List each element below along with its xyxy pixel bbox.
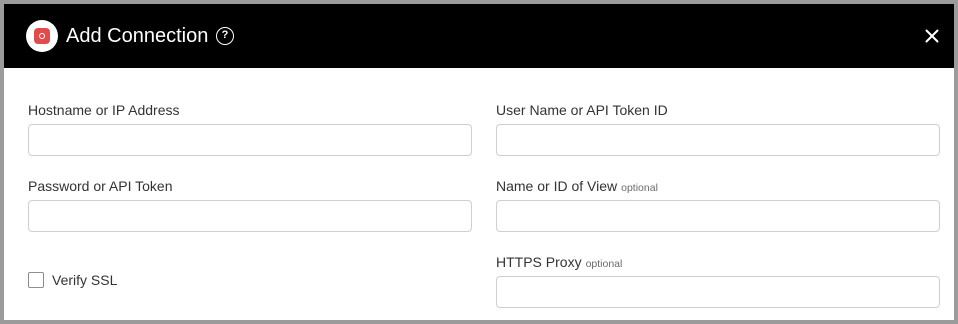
close-icon[interactable] — [920, 24, 944, 48]
view-input[interactable] — [496, 200, 940, 232]
password-input[interactable] — [28, 200, 472, 232]
verify-ssl-checkbox[interactable] — [28, 272, 44, 288]
hostname-input[interactable] — [28, 124, 472, 156]
hostname-label: Hostname or IP Address — [28, 102, 180, 118]
proxy-optional-tag: optional — [585, 258, 623, 270]
dialog-header: Add Connection ? — [4, 4, 954, 68]
username-input[interactable] — [496, 124, 940, 156]
view-label: Name or ID of View optional — [496, 177, 658, 197]
proxy-input[interactable] — [496, 276, 940, 308]
view-label-text: Name or ID of View — [496, 178, 618, 194]
verify-ssl-label[interactable]: Verify SSL — [52, 271, 117, 289]
app-logo-mark — [34, 28, 50, 44]
app-logo-icon — [26, 20, 58, 52]
proxy-label-text: HTTPS Proxy — [496, 254, 582, 270]
view-optional-tag: optional — [621, 182, 658, 194]
help-icon[interactable]: ? — [216, 27, 234, 45]
proxy-label: HTTPS Proxy optional — [496, 253, 622, 273]
username-label: User Name or API Token ID — [496, 102, 668, 118]
dialog-title: Add Connection — [66, 25, 209, 47]
add-connection-dialog: Add Connection ? Hostname or IP Address … — [4, 4, 954, 320]
password-label: Password or API Token — [28, 178, 173, 194]
